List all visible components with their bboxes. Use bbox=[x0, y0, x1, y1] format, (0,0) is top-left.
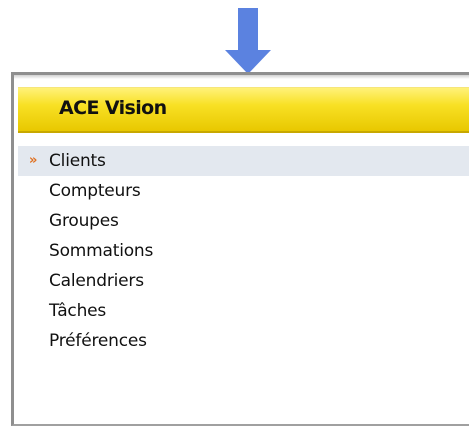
navigation-panel: ACE Vision » Clients Compteurs Groupes S… bbox=[11, 72, 469, 426]
menu-item-clients[interactable]: » Clients bbox=[18, 146, 469, 176]
menu-item-compteurs[interactable]: Compteurs bbox=[18, 176, 469, 206]
menu-item-calendriers[interactable]: Calendriers bbox=[18, 266, 469, 296]
panel-header: ACE Vision bbox=[18, 87, 469, 133]
menu-item-label: Préférences bbox=[49, 331, 147, 351]
navigation-menu: » Clients Compteurs Groupes Sommations C… bbox=[18, 146, 469, 356]
menu-item-label: Calendriers bbox=[49, 271, 144, 291]
double-chevron-right-icon: » bbox=[29, 153, 38, 168]
menu-item-sommations[interactable]: Sommations bbox=[18, 236, 469, 266]
menu-item-preferences[interactable]: Préférences bbox=[18, 326, 469, 356]
arrow-down-icon bbox=[225, 8, 271, 74]
menu-item-label: Groupes bbox=[49, 211, 119, 231]
menu-item-groupes[interactable]: Groupes bbox=[18, 206, 469, 236]
menu-item-label: Clients bbox=[49, 151, 106, 171]
menu-item-label: Tâches bbox=[49, 301, 107, 321]
panel-title: ACE Vision bbox=[59, 97, 167, 119]
menu-item-label: Sommations bbox=[49, 241, 154, 261]
menu-item-label: Compteurs bbox=[49, 181, 141, 201]
menu-item-taches[interactable]: Tâches bbox=[18, 296, 469, 326]
